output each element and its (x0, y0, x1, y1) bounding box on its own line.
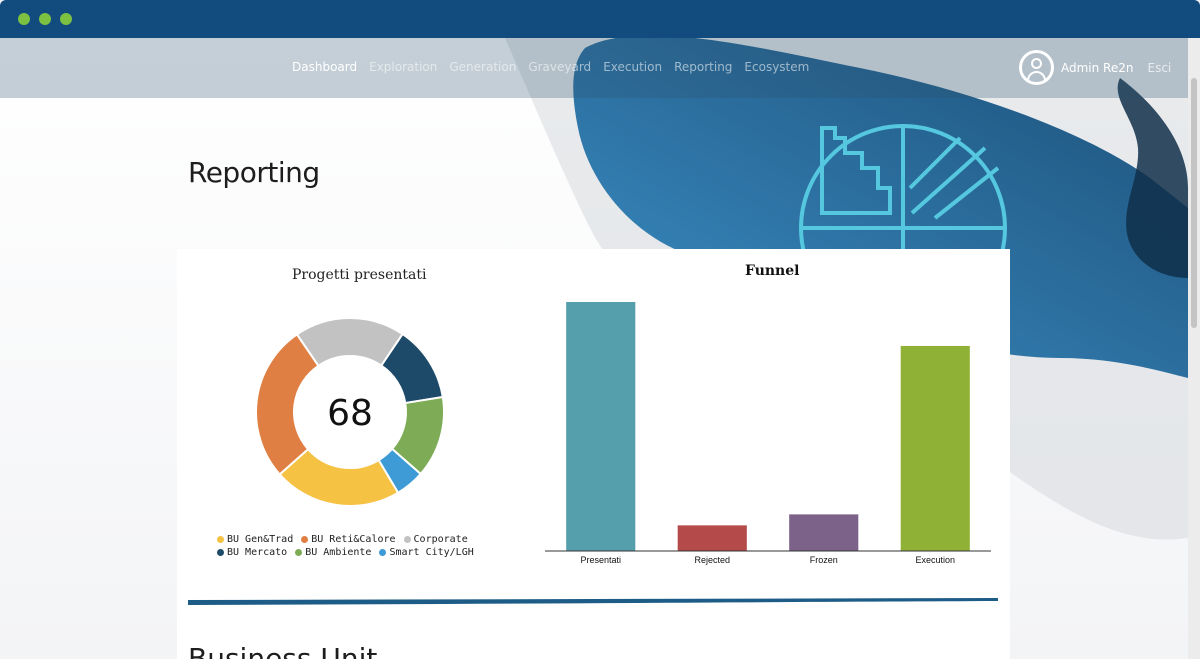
vertical-scrollbar[interactable] (1188, 38, 1200, 659)
donut-center-total: 68 (327, 393, 373, 434)
nav-exploration[interactable]: Exploration (369, 60, 437, 74)
nav-generation[interactable]: Generation (449, 60, 516, 74)
page-viewport: Dashboard Exploration Generation Graveya… (0, 38, 1188, 659)
funnel-bar-chart: Presentati Rejected Frozen Execution (545, 302, 991, 565)
window-maximize-dot[interactable] (60, 13, 72, 25)
legend-item: BU Ambiente (295, 546, 371, 559)
page-title: Reporting (188, 156, 320, 189)
donut-chart-title: Progetti presentati (292, 267, 427, 283)
legend-item: BU Reti&Calore (301, 533, 396, 546)
nav-graveyard[interactable]: Graveyard (528, 60, 591, 74)
nav-ecosystem[interactable]: Ecosystem (744, 60, 809, 74)
funnel-bar-execution[interactable] (900, 345, 970, 551)
donut-legend: BU Gen&Trad BU Reti&Calore Corporate BU … (217, 533, 474, 559)
reporting-card: Progetti presentati 68 BU Gen&Trad BU Re… (177, 249, 1010, 659)
nav-reporting[interactable]: Reporting (674, 60, 732, 74)
funnel-bar-frozen[interactable] (789, 514, 859, 551)
browser-window-bar (0, 0, 1200, 38)
donut-chart: 68 (255, 317, 445, 507)
window-close-dot[interactable] (18, 13, 30, 25)
logout-link[interactable]: Esci (1147, 61, 1171, 75)
funnel-tick-label: Presentati (580, 555, 621, 565)
funnel-bar-rejected[interactable] (677, 525, 747, 551)
section-divider (188, 598, 998, 605)
legend-item: BU Mercato (217, 546, 287, 559)
scrollbar-thumb[interactable] (1191, 78, 1197, 328)
user-avatar-icon[interactable] (1019, 50, 1054, 85)
nav-execution[interactable]: Execution (603, 60, 662, 74)
window-minimize-dot[interactable] (39, 13, 51, 25)
top-navigation: Dashboard Exploration Generation Graveya… (0, 38, 1188, 98)
user-menu[interactable]: Admin Re2n Esci (1019, 50, 1171, 85)
section-title: Business Unit (188, 642, 378, 659)
legend-item: Smart City/LGH (379, 546, 474, 559)
legend-item: BU Gen&Trad (217, 533, 293, 546)
funnel-tick-label: Rejected (694, 555, 730, 565)
funnel-bar-presentati[interactable] (566, 302, 636, 551)
legend-item: Corporate (403, 533, 468, 546)
funnel-tick-label: Frozen (810, 555, 838, 565)
funnel-tick-label: Execution (915, 555, 955, 565)
nav-dashboard[interactable]: Dashboard (292, 60, 357, 74)
main-nav: Dashboard Exploration Generation Graveya… (292, 60, 809, 74)
funnel-chart-title: Funnel (745, 263, 800, 279)
user-name[interactable]: Admin Re2n (1061, 61, 1133, 75)
